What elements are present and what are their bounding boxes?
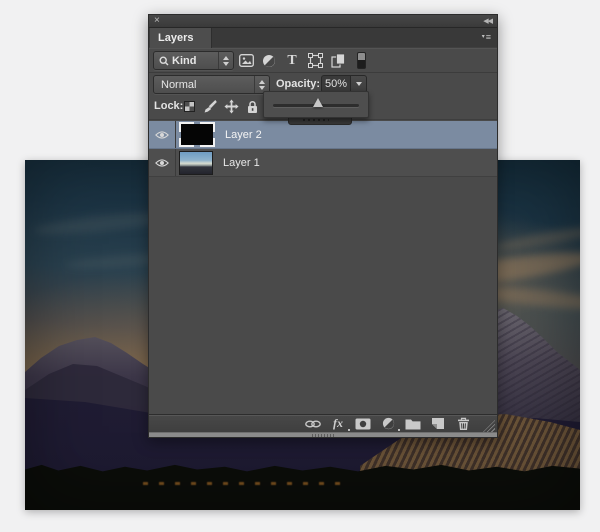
- thumb-border-notch: [213, 132, 215, 138]
- new-group-folder-icon[interactable]: [405, 417, 421, 431]
- link-layers-icon[interactable]: [305, 417, 321, 431]
- fill-field-clipped-text: [303, 119, 329, 121]
- blend-mode-select[interactable]: Normal: [153, 75, 270, 94]
- layer-thumbnail[interactable]: [179, 122, 215, 147]
- filter-toggle[interactable]: [357, 52, 366, 69]
- filter-row: Kind T: [149, 48, 497, 73]
- thumb-border-notch: [194, 145, 200, 147]
- lock-all-icon[interactable]: [245, 99, 260, 114]
- panel-bottom-edge[interactable]: [149, 432, 497, 437]
- tab-layers[interactable]: Layers: [150, 28, 212, 48]
- filter-icons: T: [238, 52, 366, 69]
- opacity-slider-popup: [263, 91, 369, 118]
- layer-name[interactable]: Layer 1: [223, 157, 260, 169]
- select-arrows-icon: [218, 52, 233, 69]
- panel-tabbar: Layers ▾≡: [149, 28, 497, 48]
- lock-icons: [182, 99, 260, 114]
- panel-titlebar[interactable]: × ◀◀: [149, 15, 497, 28]
- lock-transparency-icon[interactable]: [182, 99, 197, 114]
- opacity-label: Opacity:: [276, 78, 320, 90]
- filter-kind-label: Kind: [172, 55, 196, 67]
- smart-object-filter-icon[interactable]: [330, 53, 346, 69]
- close-icon[interactable]: ×: [154, 15, 160, 27]
- thumb-border-notch: [194, 122, 200, 124]
- add-layer-mask-icon[interactable]: [355, 417, 371, 431]
- panel-drag-grip[interactable]: [312, 434, 334, 437]
- layer-2-thumbnail-black: [179, 122, 215, 147]
- lock-position-icon[interactable]: [224, 99, 239, 114]
- visibility-toggle[interactable]: [149, 121, 176, 148]
- page: { "window": { "close_glyph": "×", "colla…: [0, 0, 600, 532]
- layers-list: Layer 2 Layer 1: [149, 121, 497, 414]
- opacity-slider-thumb[interactable]: [313, 98, 323, 107]
- opacity-slider-track[interactable]: [273, 104, 359, 107]
- visibility-toggle[interactable]: [149, 149, 176, 176]
- lock-pixels-brush-icon[interactable]: [203, 99, 218, 114]
- panel-menu-icon[interactable]: ▾≡: [482, 31, 491, 44]
- layer-row-layer-1[interactable]: Layer 1: [149, 149, 497, 177]
- pixel-layer-filter-icon[interactable]: [238, 53, 254, 69]
- panel-resize-grip[interactable]: [483, 420, 495, 432]
- thumb-border-notch: [179, 132, 181, 138]
- layer-style-fx-icon[interactable]: fx: [330, 417, 346, 431]
- adjustment-layer-filter-icon[interactable]: [261, 53, 277, 69]
- filter-kind-select[interactable]: Kind: [153, 51, 234, 70]
- layer-1-thumbnail-photo: [179, 151, 213, 175]
- lock-label: Lock:: [154, 100, 183, 112]
- panel-footer: fx: [149, 414, 497, 432]
- menu-triangle-icon: ▾: [482, 34, 485, 40]
- layers-panel: × ◀◀ Layers ▾≡ Kind T: [148, 14, 498, 438]
- blend-mode-value: Normal: [161, 79, 196, 91]
- layer-row-layer-2[interactable]: Layer 2: [149, 121, 497, 149]
- search-icon: [159, 56, 169, 66]
- menu-dot-icon: [348, 429, 350, 431]
- layer-thumbnail[interactable]: [179, 151, 213, 175]
- type-layer-filter-icon[interactable]: T: [284, 53, 300, 69]
- delete-layer-trash-icon[interactable]: [455, 417, 471, 431]
- collapse-to-icons-icon[interactable]: ◀◀: [483, 16, 492, 27]
- menu-lines-icon: ≡: [486, 32, 491, 42]
- menu-dot-icon: [398, 429, 400, 431]
- new-layer-icon[interactable]: [430, 417, 446, 431]
- new-adjustment-layer-icon[interactable]: [380, 417, 396, 431]
- layer-name[interactable]: Layer 2: [225, 129, 262, 141]
- shape-layer-filter-icon[interactable]: [307, 53, 323, 69]
